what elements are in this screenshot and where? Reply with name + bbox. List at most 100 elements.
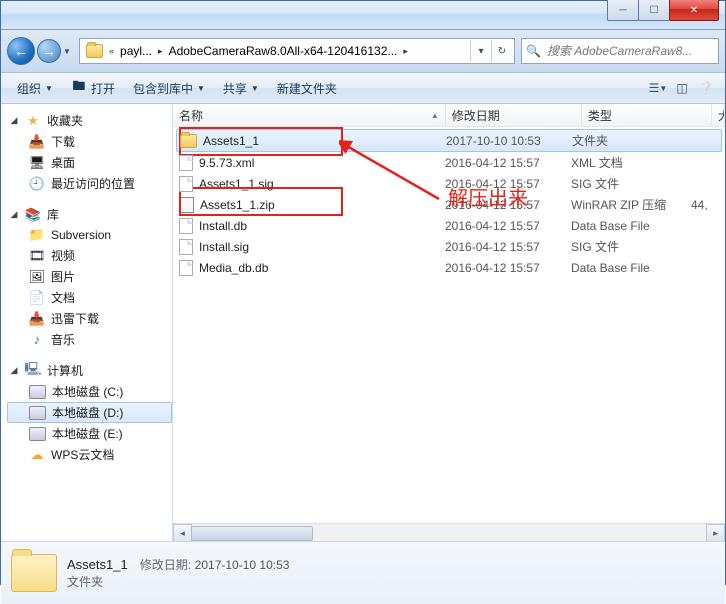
sidebar-item-label: 本地磁盘 (D:) [52,404,123,421]
file-name: Assets1_1.zip [200,198,275,212]
file-row[interactable]: Assets1_12017-10-10 10:53文件夹 [176,129,722,152]
file-date: 2016-04-12 15:57 [445,177,571,191]
search-input[interactable] [545,43,714,59]
file-icon [179,218,193,234]
file-name: Media_db.db [199,261,268,275]
file-type: XML 文档 [571,154,691,171]
sidebar-favorites[interactable]: ◢ ★ 收藏夹 [7,110,172,131]
sidebar-item-wps[interactable]: ☁WPS云文档 [7,444,172,465]
forward-button[interactable]: → [37,39,61,63]
breadcrumb-seg-1[interactable]: AdobeCameraRaw8.0All-x64-120416132... [165,40,402,62]
scroll-left-icon[interactable]: ◂ [173,524,192,541]
file-row[interactable]: Assets1_1.sig2016-04-12 15:57SIG 文件 [173,173,725,194]
organize-label: 组织 [17,80,41,97]
file-name-cell: 9.5.73.xml [179,155,445,171]
breadcrumb-root-icon[interactable] [82,40,107,62]
arrow-left-icon: ← [14,43,28,59]
sidebar-item-label: 图片 [51,268,75,285]
preview-pane-button[interactable]: ◫ [671,77,693,99]
folder-icon: 📁 [29,227,45,243]
include-menu[interactable]: 包含到库中 ▼ [125,76,213,101]
navigation-pane[interactable]: ◢ ★ 收藏夹 📥 下载 🖥桌面 🕘 最近访问的位置 ◢ 📚 库 📁 Subversi… [1,104,173,541]
folder-icon [180,134,197,148]
breadcrumb-seg-0[interactable]: payl... [116,40,156,62]
details-name: Assets1_1 [67,557,128,572]
maximize-button[interactable]: ☐ [638,0,670,21]
sidebar-item-label: 下载 [51,133,75,150]
sidebar-computer[interactable]: ◢ 🖳 计算机 [7,360,172,381]
sidebar-item-documents[interactable]: 📄文档 [7,287,172,308]
collapse-icon[interactable]: ◢ [9,209,19,220]
file-row[interactable]: Assets1_1.zip 2016-04-12 15:57WinRAR ZIP … [173,194,725,215]
refresh-button[interactable]: ↻ [491,40,512,62]
sidebar-item-disk-e[interactable]: 本地磁盘 (E:) [7,423,172,444]
back-button[interactable]: ← [7,37,35,65]
col-date[interactable]: 修改日期 [446,104,582,126]
collapse-icon[interactable]: ◢ [9,115,19,126]
close-button[interactable]: ✕ [669,0,719,21]
horizontal-scrollbar[interactable]: ◂ ▸ [173,523,725,541]
scroll-thumb[interactable] [191,526,313,541]
sidebar-item-label: 桌面 [51,154,75,171]
sidebar-item-label: 迅雷下载 [51,310,99,327]
nav-history-dropdown[interactable]: ▼ [61,41,73,61]
share-menu[interactable]: 共享 ▼ [215,76,267,101]
col-label: 类型 [588,107,612,124]
explorer-window: ─ ☐ ✕ ← → ▼ « payl... ▸ AdobeCameraRaw8.… [0,0,726,585]
sidebar-item-xunlei[interactable]: 📥迅雷下载 [7,308,172,329]
scroll-right-icon[interactable]: ▸ [706,524,725,541]
file-name-cell: Assets1_1 [180,134,446,148]
sidebar-item-desktop[interactable]: 🖥桌面 [7,152,172,173]
file-name-cell: Media_db.db [179,260,445,276]
sidebar-item-label: Subversion [51,228,111,242]
file-rows[interactable]: 解压出来 Assets1_12017-10-10 10:53文件夹9.5.73.… [173,127,725,523]
file-date: 2016-04-12 15:57 [445,219,571,233]
organize-menu[interactable]: 组织 ▼ [9,76,61,101]
sidebar-item-recent[interactable]: 🕘 最近访问的位置 [7,173,172,194]
file-row[interactable]: 9.5.73.xml2016-04-12 15:57XML 文档 [173,152,725,173]
help-button[interactable]: ❔ [695,77,717,99]
sidebar-label: 库 [47,206,59,223]
file-list: 名称 ▲ 修改日期 类型 大小 解压出来 Assets1_12017-10-10… [173,104,725,541]
recent-icon: 🕘 [29,176,45,192]
chevron-right-icon[interactable]: ▸ [156,46,165,57]
file-date: 2016-04-12 15:57 [445,198,571,212]
sidebar-item-subversion[interactable]: 📁 Subversion [7,225,172,245]
sidebar-item-pictures[interactable]: 🖼 图片 [7,266,172,287]
file-type: 文件夹 [572,132,692,149]
details-date-label: 修改日期: [140,558,191,572]
open-button[interactable]: 🖿 打开 [63,76,123,101]
newfolder-button[interactable]: 新建文件夹 [269,76,345,101]
nav-buttons: ← → ▼ [7,37,73,65]
collapse-icon[interactable]: ◢ [9,365,19,376]
chevron-right-icon[interactable]: ▸ [401,46,410,57]
col-name[interactable]: 名称 ▲ [173,104,446,126]
file-type: WinRAR ZIP 压缩 [571,196,691,213]
breadcrumb-dropdown[interactable]: ▾ [470,40,491,62]
file-row[interactable]: Install.sig2016-04-12 15:57SIG 文件 [173,236,725,257]
col-size[interactable]: 大小 [712,104,725,126]
newfolder-label: 新建文件夹 [277,80,337,97]
sidebar-item-label: 最近访问的位置 [51,175,135,192]
search-box[interactable]: 🔍 [521,38,719,64]
sidebar-item-downloads[interactable]: 📥 下载 [7,131,172,152]
picture-icon: 🖼 [29,269,45,285]
file-name: Assets1_1.sig [199,177,274,191]
view-menu[interactable]: ☰ ▼ [647,77,669,99]
chevron-right-icon[interactable]: « [107,46,116,56]
minimize-button[interactable]: ─ [607,0,639,21]
sidebar-item-music[interactable]: ♪音乐 [7,329,172,350]
sidebar-item-disk-c[interactable]: 本地磁盘 (C:) [7,381,172,402]
sidebar-libraries[interactable]: ◢ 📚 库 [7,204,172,225]
body: ◢ ★ 收藏夹 📥 下载 🖥桌面 🕘 最近访问的位置 ◢ 📚 库 📁 Subversi… [1,104,725,541]
sidebar-label: 收藏夹 [47,112,83,129]
breadcrumb[interactable]: « payl... ▸ AdobeCameraRaw8.0All-x64-120… [79,38,515,64]
sidebar-item-label: 文档 [51,289,75,306]
col-type[interactable]: 类型 [582,104,712,126]
file-row[interactable]: Install.db2016-04-12 15:57Data Base File [173,215,725,236]
file-row[interactable]: Media_db.db2016-04-12 15:57Data Base Fil… [173,257,725,278]
download-icon: 📥 [29,134,45,150]
sidebar-item-video[interactable]: 🎞视频 [7,245,172,266]
arrow-right-icon: → [42,43,56,59]
sidebar-item-disk-d[interactable]: 本地磁盘 (D:) [7,402,172,423]
